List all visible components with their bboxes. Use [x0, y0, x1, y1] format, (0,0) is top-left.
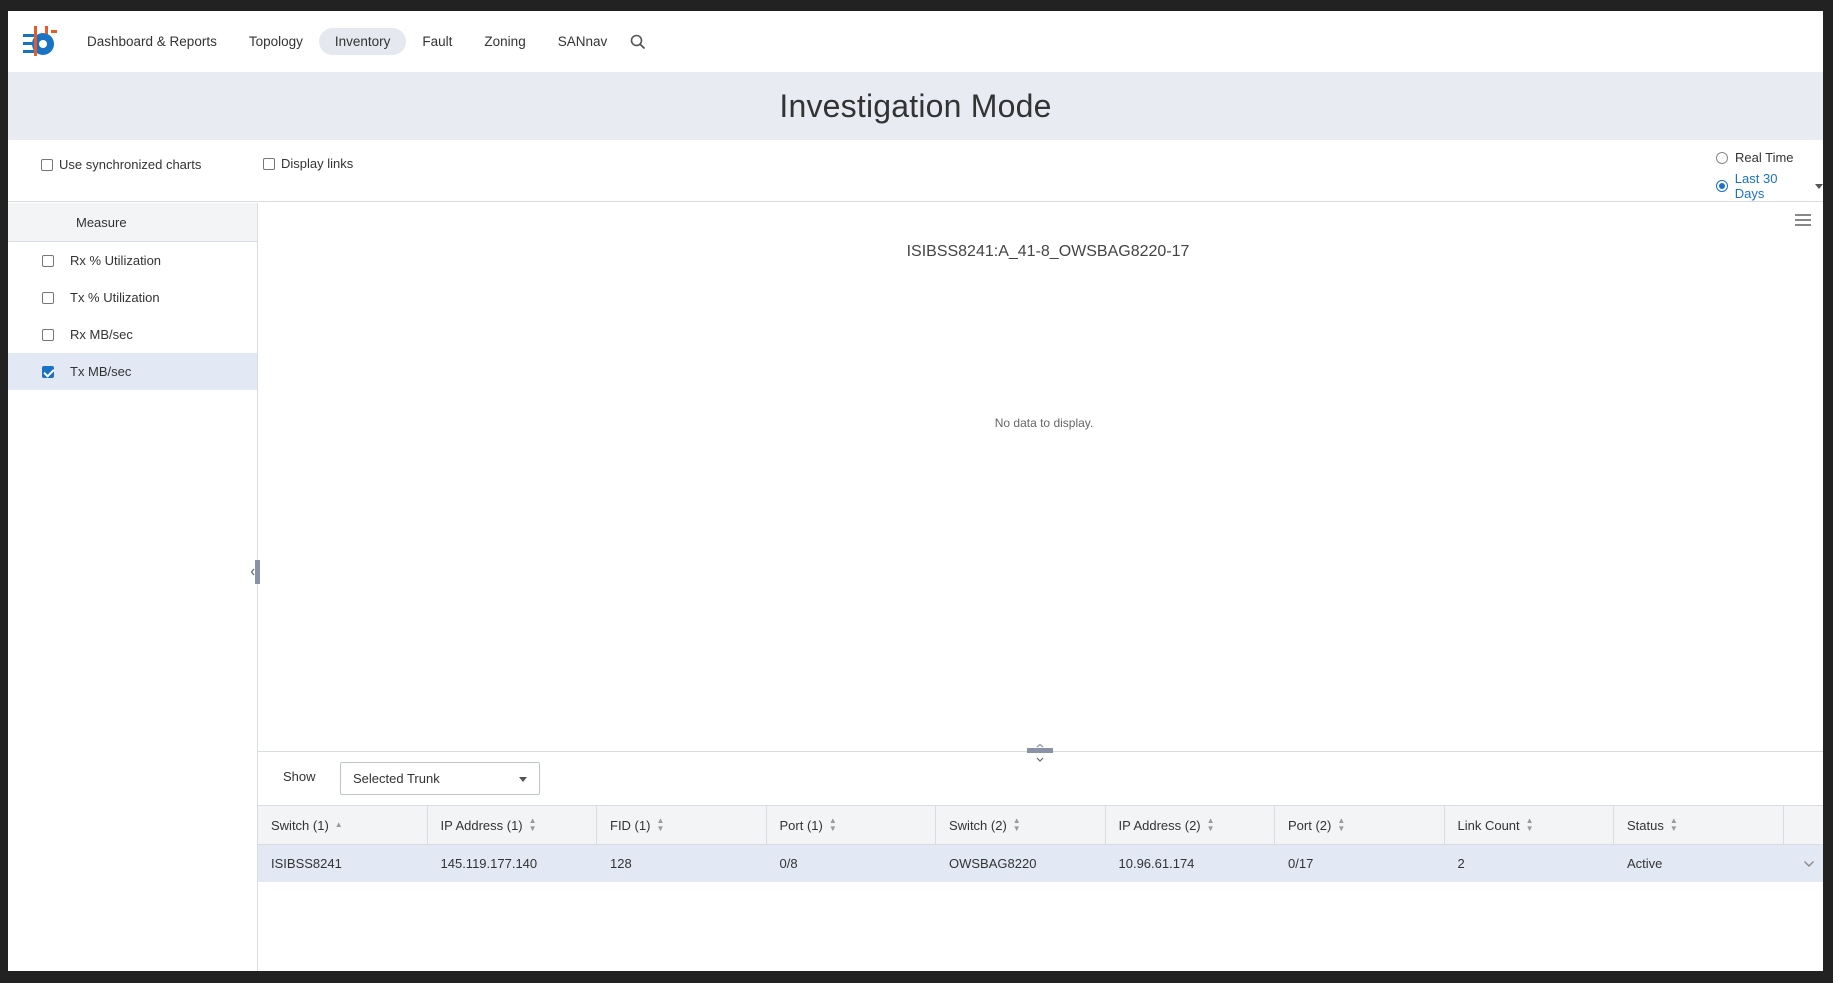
measure-item-rx-utilization[interactable]: Rx % Utilization	[8, 242, 257, 279]
column-header-port-1[interactable]: Port (1) ▲ ▼	[767, 806, 936, 844]
show-select[interactable]: Selected Trunk	[340, 762, 540, 795]
show-select-value: Selected Trunk	[353, 771, 440, 786]
show-row: Show Selected Trunk	[258, 753, 1823, 805]
measure-label: Rx % Utilization	[70, 253, 162, 268]
page-title: Investigation Mode	[779, 87, 1052, 124]
column-label: IP Address (2)	[1118, 817, 1201, 833]
real-time-option[interactable]: Real Time	[1716, 150, 1794, 165]
cell-switch-2: OWSBAG8220	[949, 856, 1037, 871]
sort-icon: ▲ ▼	[1669, 816, 1678, 833]
measure-checkbox[interactable]	[42, 291, 54, 304]
display-links-label: Display links	[281, 156, 354, 171]
sort-icon: ▲ ▼	[1206, 816, 1215, 833]
measure-panel: Measure Rx % Utilization Tx % Utilizatio…	[8, 203, 258, 971]
sort-icon: ▲ ▼	[828, 816, 837, 833]
cell-status: Active	[1627, 856, 1663, 871]
sync-charts-option[interactable]: Use synchronized charts	[41, 157, 201, 172]
chart-menu-icon[interactable]	[1795, 213, 1811, 227]
cell-link-count: 2	[1457, 856, 1465, 871]
sort-ascending-icon: ▲	[334, 820, 343, 829]
chevron-down-icon	[519, 777, 527, 782]
column-header-link-count[interactable]: Link Count ▲ ▼	[1445, 806, 1614, 844]
cell-ip-address-2: 10.96.61.174	[1118, 856, 1195, 871]
column-label: Switch (2)	[949, 817, 1007, 833]
measure-label: Tx MB/sec	[70, 364, 132, 379]
column-header-switch-2[interactable]: Switch (2) ▲ ▼	[936, 806, 1106, 844]
trunk-table: Switch (1) ▲ IP Address (1) ▲ ▼ FID (1) ▲ ▼ P…	[258, 805, 1823, 882]
cell-ip-address-1: 145.119.177.140	[440, 856, 538, 871]
cell-port-1: 0/8	[779, 856, 798, 871]
column-header-expand	[1784, 806, 1824, 844]
nav-sannav[interactable]: SANnav	[542, 28, 624, 55]
real-time-radio[interactable]	[1716, 151, 1728, 164]
column-header-ip-address-2[interactable]: IP Address (2) ▲ ▼	[1106, 806, 1275, 844]
column-header-status[interactable]: Status ▲ ▼	[1614, 806, 1784, 844]
column-label: Port (2)	[1288, 817, 1332, 833]
measure-item-tx-utilization[interactable]: Tx % Utilization	[8, 279, 257, 316]
nav-inventory[interactable]: Inventory	[318, 28, 407, 55]
row-expand[interactable]	[1784, 845, 1824, 882]
app-logo-icon[interactable]	[21, 24, 59, 58]
sync-charts-checkbox[interactable]	[41, 158, 53, 171]
real-time-label: Real Time	[1735, 150, 1794, 165]
measure-header: Measure	[8, 203, 257, 242]
nav-fault[interactable]: Fault	[406, 28, 468, 55]
main-nav: Dashboard & Reports Topology Inventory F…	[71, 28, 623, 55]
column-label: Status	[1627, 817, 1664, 833]
column-label: IP Address (1)	[440, 817, 523, 833]
nav-zoning[interactable]: Zoning	[468, 28, 541, 55]
column-label: Link Count	[1457, 817, 1520, 833]
sync-charts-label: Use synchronized charts	[59, 157, 202, 172]
range-dropdown-caret-icon[interactable]	[1815, 183, 1823, 189]
table-row[interactable]: ISIBSS8241 145.119.177.140 128 0/8 OWSBA…	[258, 845, 1823, 882]
measure-item-rx-mbsec[interactable]: Rx MB/sec	[8, 316, 257, 353]
sort-icon: ▲ ▼	[528, 816, 537, 833]
search-icon[interactable]	[629, 33, 647, 51]
column-label: Switch (1)	[271, 817, 329, 833]
display-links-option[interactable]: Display links	[263, 156, 353, 171]
chart-area: ISIBSS8241:A_41-8_OWSBAG8220-17 No data …	[258, 203, 1823, 762]
measure-checkbox[interactable]	[42, 328, 54, 341]
column-label: FID (1)	[610, 817, 651, 833]
last-30-days-label: Last 30 Days	[1734, 171, 1778, 201]
chevron-down-icon[interactable]	[1803, 860, 1815, 868]
sort-icon: ▲ ▼	[656, 816, 665, 833]
column-label: Port (1)	[779, 817, 823, 833]
sort-icon: ▲ ▼	[1337, 816, 1346, 833]
cell-port-2: 0/17	[1288, 856, 1314, 871]
column-header-port-2[interactable]: Port (2) ▲ ▼	[1275, 806, 1445, 844]
sort-icon: ▲ ▼	[1012, 816, 1021, 833]
display-links-checkbox[interactable]	[263, 157, 275, 170]
app-window: Dashboard & Reports Topology Inventory F…	[8, 11, 1823, 971]
column-header-fid-1[interactable]: FID (1) ▲ ▼	[597, 806, 767, 844]
chart-title: ISIBSS8241:A_41-8_OWSBAG8220-17	[906, 243, 1190, 260]
table-header: Switch (1) ▲ IP Address (1) ▲ ▼ FID (1) ▲ ▼ P…	[258, 805, 1823, 845]
measure-label: Tx % Utilization	[70, 290, 160, 305]
measure-item-tx-mbsec[interactable]: Tx MB/sec	[8, 353, 257, 390]
measure-checkbox[interactable]	[42, 254, 54, 267]
nav-dashboard-reports[interactable]: Dashboard & Reports	[71, 28, 233, 55]
no-data-message: No data to display.	[994, 416, 1094, 430]
cell-switch-1: ISIBSS8241	[271, 856, 342, 871]
nav-topology[interactable]: Topology	[233, 28, 319, 55]
last-30-days-radio[interactable]	[1716, 180, 1728, 192]
top-nav: Dashboard & Reports Topology Inventory F…	[8, 11, 1823, 72]
show-label: Show	[283, 769, 316, 784]
measure-label: Rx MB/sec	[70, 327, 133, 342]
title-band: Investigation Mode	[8, 72, 1823, 140]
last-30-days-option[interactable]: Last 30 Days	[1716, 171, 1823, 201]
measure-checkbox[interactable]	[42, 365, 54, 378]
cell-fid-1: 128	[610, 856, 632, 871]
sort-icon: ▲ ▼	[1525, 816, 1534, 833]
options-row: Use synchronized charts Display links Re…	[8, 140, 1823, 202]
column-header-ip-address-1[interactable]: IP Address (1) ▲ ▼	[428, 806, 597, 844]
column-header-switch-1[interactable]: Switch (1) ▲	[258, 806, 428, 844]
